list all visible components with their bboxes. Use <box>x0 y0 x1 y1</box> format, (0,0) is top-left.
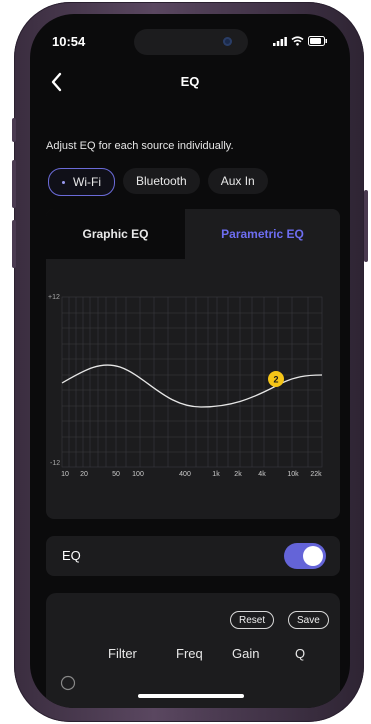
column-header-gain: Gain <box>232 646 260 661</box>
eq-toggle-label: EQ <box>62 548 81 563</box>
reset-button[interactable]: Reset <box>230 611 275 629</box>
action-button <box>12 118 16 142</box>
eq-band-marker-label: 2 <box>273 375 278 385</box>
column-header-freq: Freq <box>176 646 203 661</box>
column-header-q: Q <box>295 646 306 661</box>
status-icons <box>273 36 328 46</box>
home-indicator <box>138 694 244 698</box>
x-tick-label: 20 <box>80 471 88 478</box>
x-tick-label: 400 <box>179 471 191 478</box>
screen: 10:54 EQ Adjust EQ for each source indiv… <box>30 14 350 708</box>
x-tick-label: 2k <box>234 471 242 478</box>
source-selector: Wi-Fi Bluetooth Aux In <box>48 168 268 196</box>
source-chip-wifi[interactable]: Wi-Fi <box>48 168 115 196</box>
source-chip-bluetooth[interactable]: Bluetooth <box>122 168 200 194</box>
save-button[interactable]: Save <box>288 611 329 629</box>
source-label-bluetooth: Bluetooth <box>135 174 187 188</box>
eq-subtitle: Adjust EQ for each source individually. <box>46 140 234 152</box>
eq-curve-chart[interactable]: +12 -12 10 20 50 100 400 1k 2k 4k 10k 22… <box>46 279 340 479</box>
page-title: EQ <box>180 74 200 89</box>
volume-up-button <box>12 160 16 208</box>
tab-graphic-eq[interactable]: Graphic EQ <box>46 209 185 259</box>
signal-icon <box>273 36 287 46</box>
x-tick-labels: 10 20 50 100 400 1k 2k 4k 10k 22k <box>61 471 322 478</box>
x-tick-label: 10 <box>61 471 69 478</box>
add-filter-icon[interactable] <box>60 675 76 691</box>
y-bottom-label: -12 <box>50 460 60 467</box>
x-tick-label: 4k <box>258 471 266 478</box>
dynamic-island <box>134 29 248 55</box>
y-top-label: +12 <box>48 294 60 301</box>
filter-card: Reset Save Filter Freq Gain Q <box>46 593 340 708</box>
x-tick-label: 1k <box>212 471 220 478</box>
x-tick-label: 10k <box>287 471 299 478</box>
source-chip-aux[interactable]: Aux In <box>207 168 268 194</box>
switch-knob <box>303 546 323 566</box>
x-tick-label: 22k <box>310 471 322 478</box>
selected-dot-icon <box>62 180 65 184</box>
battery-icon <box>308 36 327 46</box>
x-tick-label: 50 <box>112 471 120 478</box>
x-tick-label: 100 <box>132 471 144 478</box>
tab-parametric-eq[interactable]: Parametric EQ <box>185 209 340 259</box>
status-time: 10:54 <box>52 34 86 49</box>
column-header-filter: Filter <box>108 646 137 661</box>
volume-down-button <box>12 220 16 268</box>
eq-card: Graphic EQ Parametric EQ +12 -12 10 20 5… <box>46 209 340 519</box>
source-label-wifi: Wi-Fi <box>73 175 101 189</box>
eq-response-curve <box>61 364 323 408</box>
eq-band-marker-2[interactable]: 2 <box>268 371 284 387</box>
wifi-icon <box>291 36 304 46</box>
source-label-aux: Aux In <box>220 174 255 188</box>
camera-icon <box>223 37 232 46</box>
eq-toggle-switch[interactable] <box>284 543 326 569</box>
eq-toggle-row: EQ <box>46 536 340 576</box>
power-button <box>364 190 368 262</box>
